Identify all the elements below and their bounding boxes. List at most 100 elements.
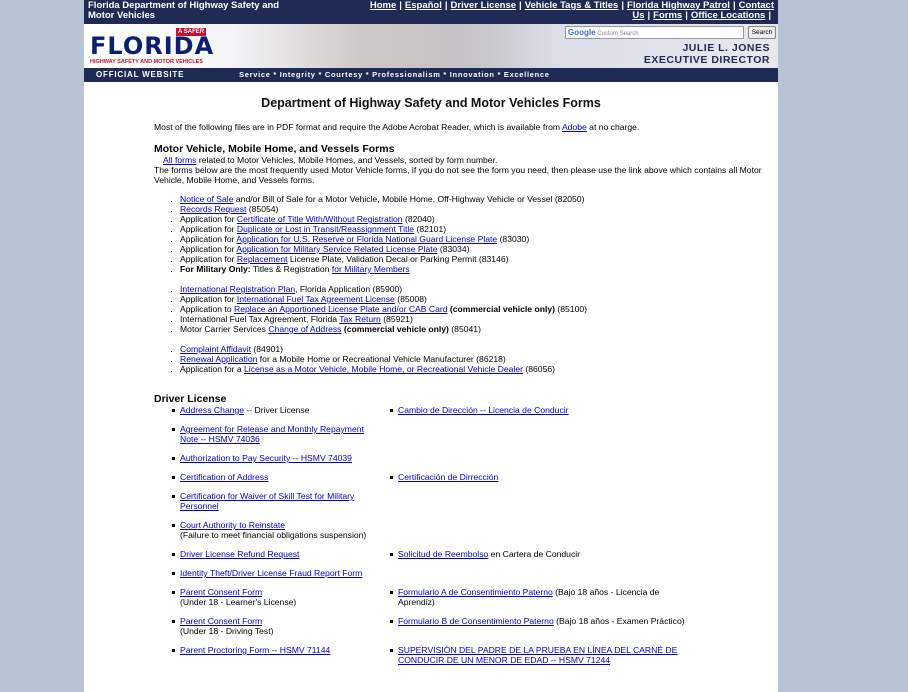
dl-row: Certification of Address Certificación de…	[154, 472, 778, 482]
nav-link-espa-ol[interactable]: Español	[405, 0, 442, 11]
dl-right-cell	[376, 491, 696, 511]
form-list-item: Application for Replacement License Plat…	[180, 254, 778, 264]
florida-logo[interactable]: A SAFER FLORIDA HIGHWAY SAFETY AND MOTOR…	[90, 28, 213, 66]
dl-form-link-es[interactable]: Certificación de Dirrección	[398, 472, 498, 482]
dl-form-link[interactable]: Certification for Waiver of Skill Test f…	[180, 491, 376, 511]
dl-row: Agreement for Release and Monthly Repaym…	[154, 424, 778, 444]
adobe-link[interactable]: Adobe	[562, 122, 587, 132]
dl-form-link[interactable]: Certification of Address	[180, 472, 376, 482]
dl-form-link[interactable]: Parent Proctoring Form -- HSMV 71144	[180, 645, 376, 655]
dl-right-cell: Formulario A de Consentimiento Paterno (…	[376, 587, 696, 607]
nav-separator: |	[647, 10, 651, 21]
form-list-item: Application for International Fuel Tax A…	[180, 294, 778, 304]
form-link[interactable]: Certificate of Title With/Without Regist…	[237, 214, 403, 224]
form-link[interactable]: License as a Motor Vehicle, Mobile Home,…	[244, 364, 523, 374]
dl-form-link-es[interactable]: Formulario A de Consentimiento Paterno	[398, 587, 553, 597]
form-link[interactable]: Notice of Sale	[180, 194, 234, 204]
dl-left-cell: Driver License Refund Request	[154, 549, 376, 559]
top-bar: Florida Department of Highway Safety and…	[84, 0, 778, 24]
nav-link-office-locations[interactable]: Office Locations	[691, 10, 765, 21]
form-link[interactable]: Change of Address	[268, 324, 341, 334]
form-link[interactable]: for Military Members	[332, 264, 410, 274]
mv-all-forms: All forms related to Motor Vehicles, Mob…	[154, 155, 778, 165]
form-link[interactable]: International Registration Plan	[180, 284, 295, 294]
dl-form-link[interactable]: Agreement for Release and Monthly Repaym…	[180, 424, 376, 444]
dl-form-link[interactable]: Driver License Refund Request	[180, 549, 376, 559]
dl-form-note: (Failure to meet financial obligations s…	[180, 530, 367, 540]
search-button[interactable]: Search	[748, 26, 776, 39]
form-link[interactable]: Duplicate or Lost in Transit/Reassignmen…	[237, 224, 414, 234]
director-name: JULIE L. JONES	[682, 42, 770, 54]
dl-form-link-es[interactable]: Formulario B de Consentimiento Paterno	[398, 616, 554, 626]
dl-right-cell	[376, 453, 696, 463]
form-link[interactable]: Records Request	[180, 204, 246, 214]
form-suffix: (85041)	[448, 324, 481, 334]
main-content: Department of Highway Safety and Motor V…	[84, 97, 778, 665]
search-input[interactable]: Google Custom Search	[565, 26, 744, 39]
form-prefix: Application for	[180, 244, 237, 254]
nav-link-forms[interactable]: Forms	[653, 10, 682, 21]
form-list-item: Complaint Affidavit (84901)	[180, 344, 778, 354]
form-link[interactable]: Application for Military Service Related…	[236, 244, 437, 254]
form-list-item: Application for Application for U.S. Res…	[180, 234, 778, 244]
form-suffix: (82101)	[414, 224, 447, 234]
dl-form-link-es[interactable]: Solicitud de Reembolso	[398, 549, 488, 559]
dl-form-note: -- Driver License	[244, 405, 310, 415]
dl-form-link[interactable]: Address Change	[180, 405, 244, 415]
dl-form-link[interactable]: Identity Theft/Driver License Fraud Repo…	[180, 568, 376, 578]
form-list-item: Application for Application for Military…	[180, 244, 778, 254]
form-prefix: Application for	[180, 214, 237, 224]
mv-heading: Motor Vehicle, Mobile Home, and Vessels …	[154, 143, 395, 155]
dl-form-link[interactable]: Court Authority to Reinstate	[180, 520, 376, 530]
dl-form-link-es[interactable]: Cambio de Dirección -- Licencia de Condu…	[398, 405, 569, 415]
dl-forms-grid: Address Change -- Driver License Cambio d…	[154, 405, 778, 665]
form-link[interactable]: Tax Return	[339, 314, 381, 324]
dl-left-cell: Parent Proctoring Form -- HSMV 71144	[154, 645, 376, 665]
site-name: Florida Department of Highway Safety and…	[88, 0, 280, 21]
form-list-item: International Registration Plan, Florida…	[180, 284, 778, 294]
form-suffix: (85921)	[380, 314, 413, 324]
values-motto: Service * Integrity * Courtesy * Profess…	[239, 70, 550, 79]
form-suffix: for a Mobile Home or Recreational Vehicl…	[257, 354, 506, 364]
dl-form-link[interactable]: Parent Consent Form	[180, 616, 376, 626]
nav-link-home[interactable]: Home	[370, 0, 396, 11]
form-list-item: Application for Certificate of Title Wit…	[180, 214, 778, 224]
dl-right-cell: Solicitud de Reembolso en Cartera de Con…	[376, 549, 696, 559]
form-link[interactable]: Complaint Affidavit	[180, 344, 251, 354]
dl-form-note: (Under 18 - Learner's License)	[180, 597, 297, 607]
form-suffix: (86056)	[522, 364, 555, 374]
dl-row: Court Authority to Reinstate (Failure to …	[154, 520, 778, 540]
form-bold-note: (commercial vehicle only)	[341, 324, 449, 334]
dl-form-link[interactable]: Authorization to Pay Security -- HSMV 74…	[180, 453, 376, 463]
form-link[interactable]: Renewal Application	[180, 354, 257, 364]
dl-right-cell: SUPERVISIÓN DEL PADRE DE LA PRUEBA EN LÍ…	[376, 645, 696, 665]
page-container: Florida Department of Highway Safety and…	[84, 0, 778, 692]
form-link[interactable]: Application for U.S. Reserve or Florida …	[236, 234, 497, 244]
all-forms-link[interactable]: All forms	[163, 155, 196, 165]
dl-form-link-es[interactable]: SUPERVISIÓN DEL PADRE DE LA PRUEBA EN LÍ…	[398, 645, 677, 665]
form-link[interactable]: Replacement	[237, 254, 288, 264]
dl-row: Driver License Refund Request Solicitud d…	[154, 549, 778, 559]
logo-text: FLORIDA	[90, 32, 215, 60]
form-prefix: Application for	[180, 224, 237, 234]
form-list-item: Notice of Sale and/or Bill of Sale for a…	[180, 194, 778, 204]
nav-link-driver-license[interactable]: Driver License	[451, 0, 516, 11]
form-suffix: (82040)	[402, 214, 435, 224]
form-suffix: , Florida Application (85900)	[295, 284, 403, 294]
form-suffix: (85054)	[246, 204, 279, 214]
form-prefix: International Fuel Tax Agreement, Florid…	[180, 314, 340, 324]
dl-form-link[interactable]: Parent Consent Form	[180, 587, 376, 597]
intro-post: at no charge.	[586, 122, 640, 132]
form-suffix: and/or Bill of Sale for a Motor Vehicle,…	[233, 194, 585, 204]
form-bold-label: For Military Only:	[180, 264, 251, 274]
form-link[interactable]: International Fuel Tax Agreement License	[237, 294, 395, 304]
search-placeholder: Custom Search	[597, 31, 639, 37]
dl-form-note-es: (Bajo 18 años - Examen Práctico)	[553, 616, 685, 626]
dl-right-cell	[376, 424, 696, 444]
nav-link-vehicle-tags-titles[interactable]: Vehicle Tags & Titles	[525, 0, 619, 11]
dl-right-cell	[376, 520, 696, 540]
official-label: OFFICIAL WEBSITE	[96, 70, 185, 79]
form-prefix: Application to	[180, 304, 234, 314]
form-link[interactable]: Replace an Apportioned License Plate and…	[234, 304, 448, 314]
form-list-item: Application to Replace an Apportioned Li…	[180, 304, 778, 314]
